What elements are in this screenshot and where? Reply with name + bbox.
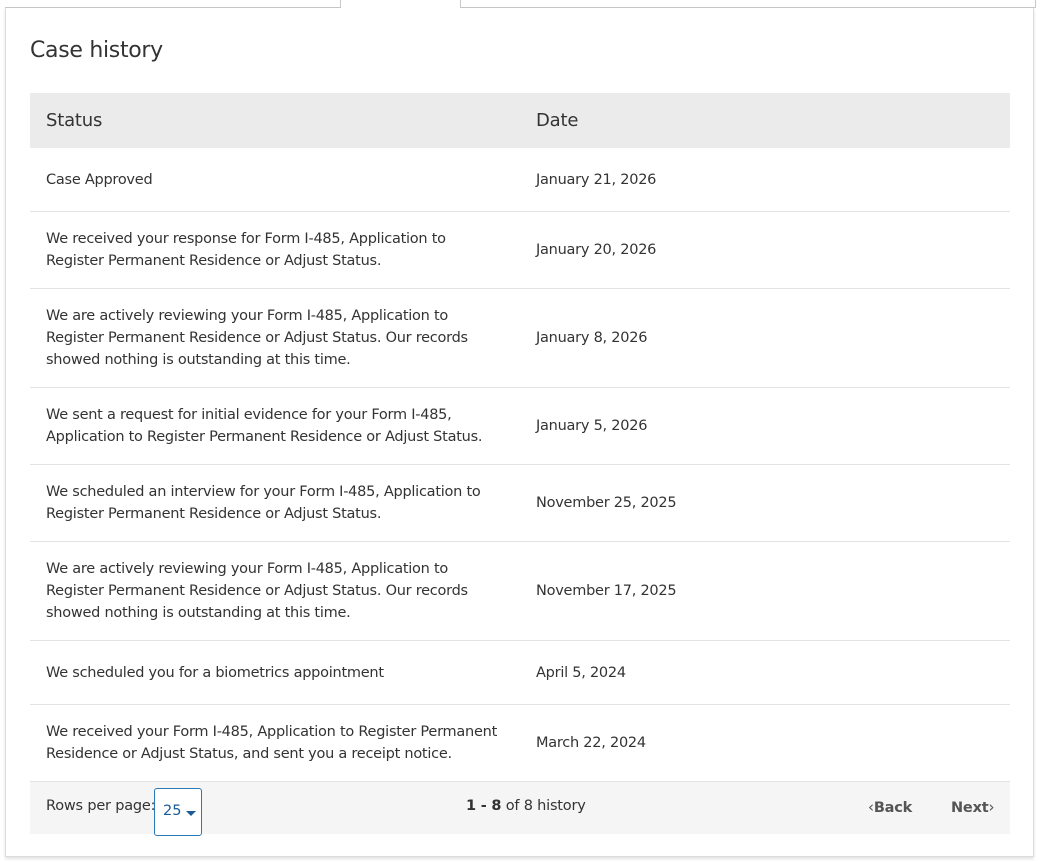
status-cell: We are actively reviewing your Form I-48… [30, 288, 520, 388]
table-row: Case Approved January 21, 2026 [30, 148, 1010, 212]
table-row: We received your response for Form I-485… [30, 211, 1010, 289]
date-column-header: Date [520, 93, 1010, 148]
next-button-label: Next [951, 800, 989, 816]
caret-down-icon [186, 811, 196, 816]
date-cell: January 20, 2026 [520, 211, 1010, 289]
status-column-header: Status [30, 93, 520, 148]
tab-inactive-right[interactable] [460, 0, 1036, 8]
tab-active[interactable] [341, 0, 459, 8]
table-row: We are actively reviewing your Form I-48… [30, 288, 1010, 388]
chevron-right-icon: › [988, 798, 995, 816]
table-row: We scheduled an interview for your Form … [30, 464, 1010, 542]
back-button-label: Back [873, 800, 913, 816]
status-cell: We are actively reviewing your Form I-48… [30, 541, 520, 641]
tab-inactive-left[interactable] [5, 0, 341, 8]
date-cell: November 17, 2025 [520, 541, 1010, 641]
pagination-range: 1 - 8 of 8 history [466, 798, 586, 814]
date-cell: January 8, 2026 [520, 288, 1010, 388]
status-cell: We sent a request for initial evidence f… [30, 387, 520, 465]
table-row: We scheduled you for a biometrics appoin… [30, 640, 1010, 705]
status-cell: We scheduled an interview for your Form … [30, 464, 520, 542]
pagination-range-suffix: of 8 history [505, 798, 586, 814]
table-row: We received your Form I-485, Application… [30, 704, 1010, 782]
next-button[interactable]: Next› [951, 798, 994, 816]
date-cell: January 5, 2026 [520, 387, 1010, 465]
status-cell: We received your Form I-485, Application… [30, 704, 520, 782]
date-cell: November 25, 2025 [520, 464, 1010, 542]
pagination-range-numbers: 1 - 8 [466, 798, 502, 814]
date-cell: January 21, 2026 [520, 148, 1010, 212]
rows-per-page-label: Rows per page: [46, 798, 156, 814]
table-header-row: Status Date [30, 93, 1010, 148]
table-row: We are actively reviewing your Form I-48… [30, 541, 1010, 641]
pagination-bar: Rows per page: 25 1 - 8 of 8 history ‹Ba… [30, 782, 1010, 836]
tab-bar [5, 0, 1036, 8]
section-title: Case history [30, 38, 163, 63]
rows-per-page-select[interactable]: 25 [154, 788, 202, 836]
rows-per-page-value: 25 [163, 803, 182, 819]
status-cell: We scheduled you for a biometrics appoin… [30, 640, 520, 705]
case-history-card: Case history Status Date Case Approved J… [5, 8, 1034, 857]
status-cell: Case Approved [30, 148, 520, 212]
case-history-table: Status Date Case Approved January 21, 20… [30, 93, 1010, 782]
table-row: We sent a request for initial evidence f… [30, 387, 1010, 465]
status-cell: We received your response for Form I-485… [30, 211, 520, 289]
date-cell: April 5, 2024 [520, 640, 1010, 705]
back-button[interactable]: ‹Back [868, 798, 912, 816]
date-cell: March 22, 2024 [520, 704, 1010, 782]
